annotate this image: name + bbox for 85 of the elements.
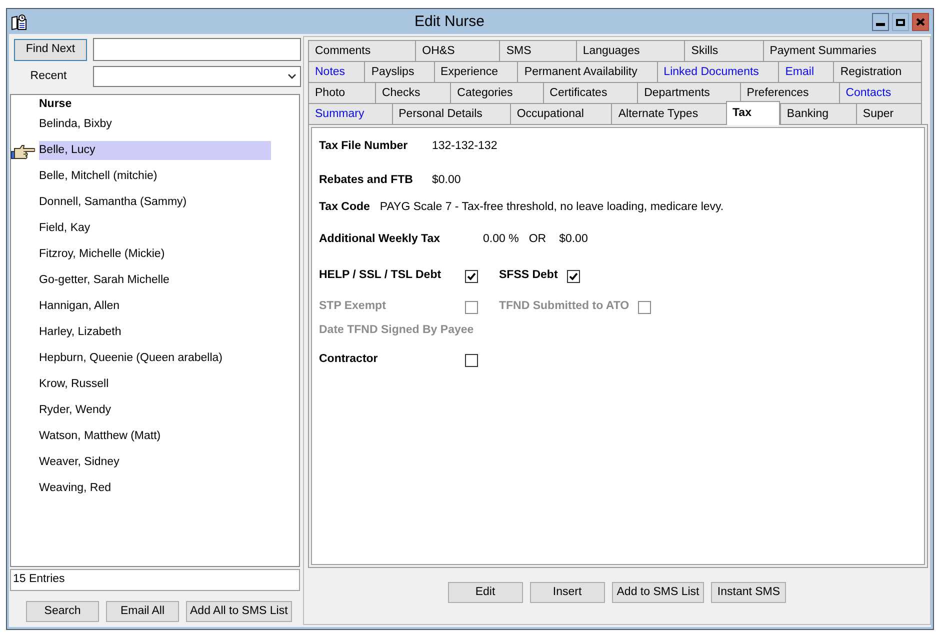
field-label: Additional Weekly Tax <box>319 233 440 246</box>
list-item[interactable]: Krow, Russell <box>39 375 271 394</box>
maximize-button[interactable] <box>892 13 909 31</box>
tab[interactable]: Super <box>856 103 922 124</box>
action-button[interactable]: Edit <box>448 582 523 603</box>
action-button[interactable]: Insert <box>530 582 605 603</box>
list-item[interactable]: Weaving, Red <box>39 479 271 498</box>
search-field[interactable] <box>93 38 301 61</box>
tab[interactable]: Comments <box>308 40 416 61</box>
recent-label: Recent <box>30 68 67 84</box>
close-icon <box>916 18 925 26</box>
tab[interactable]: Contacts <box>838 82 922 103</box>
close-button[interactable] <box>912 13 929 31</box>
list-item[interactable]: Belle, Mitchell (mitchie) <box>39 167 271 186</box>
tab[interactable]: SMS <box>499 40 576 61</box>
checkbox[interactable] <box>465 270 478 282</box>
tab[interactable]: Notes <box>308 61 364 82</box>
recent-dropdown[interactable] <box>93 66 301 87</box>
field-label: Tax File Number <box>319 140 408 152</box>
tab[interactable]: Checks <box>374 82 450 103</box>
tab[interactable]: Payslips <box>364 61 434 82</box>
tab[interactable]: Summary <box>308 103 392 124</box>
tab[interactable]: Alternate Types <box>611 103 726 124</box>
tab[interactable]: Banking <box>780 103 856 124</box>
tab[interactable]: Skills <box>684 40 763 61</box>
minimize-button[interactable] <box>872 13 889 31</box>
action-button[interactable]: Add to SMS List <box>612 582 704 603</box>
list-item[interactable]: Field, Kay <box>39 219 271 238</box>
list-item[interactable]: Hannigan, Allen <box>39 297 271 316</box>
tab[interactable]: Categories <box>450 82 543 103</box>
field-label: Tax Code <box>319 200 370 216</box>
tab[interactable]: Registration <box>833 61 922 82</box>
tab[interactable]: Photo <box>308 82 375 103</box>
book-document-icon <box>11 14 27 30</box>
tab[interactable]: Email <box>778 61 834 82</box>
checkbox[interactable] <box>465 354 478 366</box>
tab[interactable]: Payment Summaries <box>762 40 922 61</box>
list-item[interactable]: Ryder, Wendy <box>39 401 271 420</box>
tab[interactable]: Preferences <box>740 82 839 103</box>
maximize-icon <box>896 18 905 26</box>
tab[interactable]: Personal Details <box>392 103 510 124</box>
checkbox-label: SFSS Debt <box>499 269 558 282</box>
list-item[interactable]: Weaver, Sidney <box>39 453 271 472</box>
list-item[interactable]: Fitzroy, Michelle (Mickie) <box>39 245 271 264</box>
list-item[interactable]: Hepburn, Queenie (Queen arabella) <box>39 349 271 368</box>
percent-value: 0.00 % <box>483 232 519 248</box>
list-item[interactable]: Go-getter, Sarah Michelle <box>39 271 271 290</box>
tab[interactable]: Departments <box>637 82 740 103</box>
checkbox-label: Contractor <box>319 353 378 366</box>
tab[interactable]: Languages <box>576 40 684 61</box>
action-button[interactable]: Add All to SMS List <box>186 601 292 622</box>
entries-count-field: 15 Entries <box>10 569 300 591</box>
checkbox[interactable] <box>566 270 580 282</box>
field-value: $0.00 <box>432 173 461 188</box>
minimize-icon <box>876 23 885 26</box>
list-header: Nurse <box>39 96 72 112</box>
chevron-down-icon <box>288 74 296 79</box>
field-value: PAYG Scale 7 - Tax-free threshold, no leave loading, medicare levy. <box>380 200 724 216</box>
list-item[interactable]: Belinda, Bixby <box>39 115 271 134</box>
field-value: 132-132-132 <box>432 139 498 154</box>
list-item[interactable]: Watson, Matthew (Matt) <box>39 427 271 446</box>
window-title: Edit Nurse <box>414 12 485 32</box>
action-button[interactable]: Email All <box>106 601 179 622</box>
list-item[interactable]: Harley, Lizabeth <box>39 323 271 342</box>
tab[interactable]: Tax <box>726 101 780 125</box>
tab[interactable]: Occupational <box>510 103 612 124</box>
checkmark-icon <box>467 272 476 280</box>
amount-value: $0.00 <box>559 232 588 248</box>
separator-text: OR <box>528 232 546 248</box>
checkmark-icon <box>568 272 578 280</box>
checkbox-label: TFND Submitted to ATO <box>499 300 630 312</box>
find-next-button[interactable]: Find Next <box>14 38 87 60</box>
action-button[interactable]: Instant SMS <box>711 582 786 603</box>
checkbox-label: STP Exempt <box>319 300 386 312</box>
list-item[interactable]: Donnell, Samantha (Sammy) <box>39 193 271 212</box>
tab[interactable]: Experience <box>434 61 518 82</box>
checkbox-label: HELP / SSL / TSL Debt <box>319 269 442 282</box>
action-button[interactable]: Search <box>26 601 99 622</box>
field-label: Date TFND Signed By Payee <box>319 323 474 338</box>
tab[interactable]: Permanent Availability <box>517 61 657 82</box>
list-item[interactable]: Belle, Lucy <box>39 141 271 160</box>
tab[interactable]: Linked Documents <box>656 61 778 82</box>
field-label: Rebates and FTB <box>319 174 413 186</box>
tab[interactable]: OH&S <box>415 40 500 61</box>
tab[interactable]: Certificates <box>542 82 638 103</box>
